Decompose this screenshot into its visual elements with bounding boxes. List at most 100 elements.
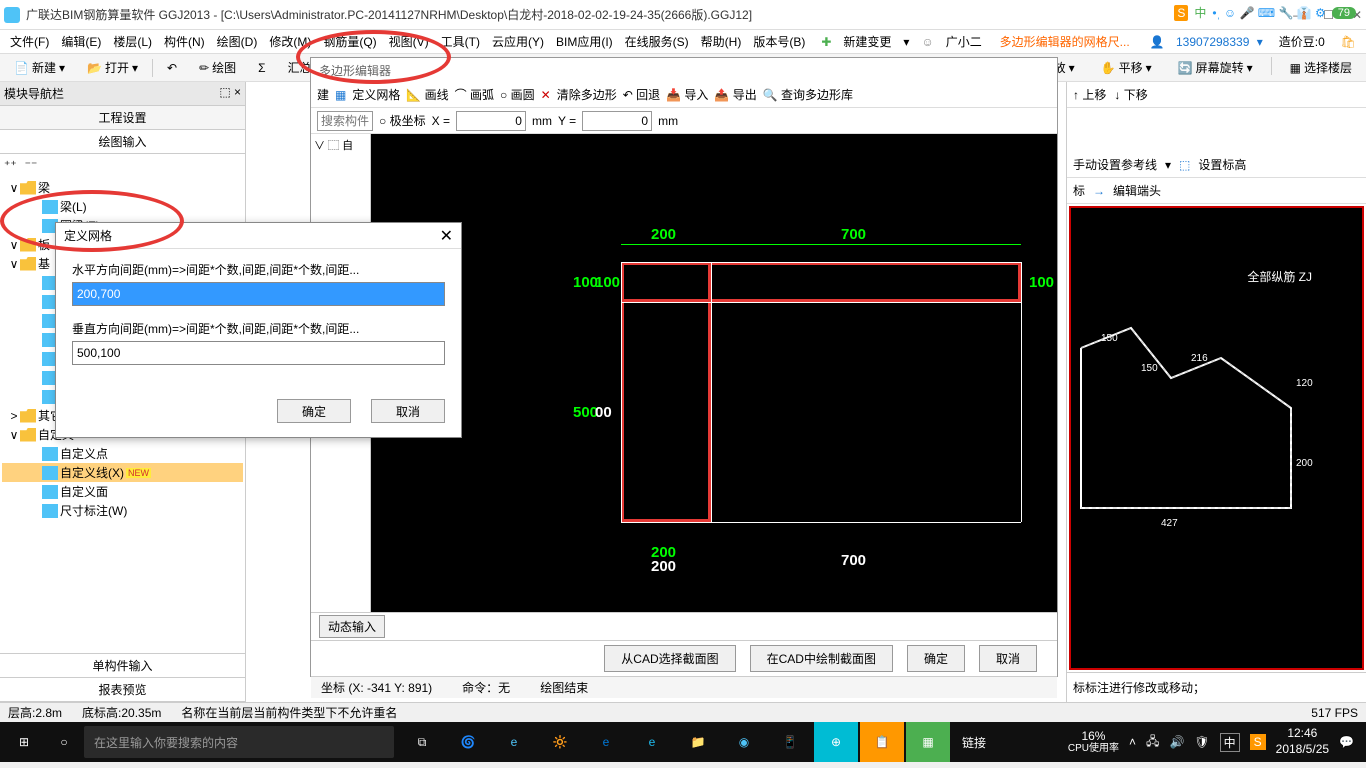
ime-indicator[interactable]: 中: [1220, 733, 1240, 752]
from-cad-button[interactable]: 从CAD选择截面图: [604, 645, 735, 672]
menu-modify[interactable]: 修改(M): [265, 31, 315, 52]
dim-4: 427: [1161, 518, 1178, 529]
draw-circle-button[interactable]: ○ 画圆: [500, 86, 535, 103]
move-down-button[interactable]: ↓ 下移: [1114, 86, 1147, 103]
tree-item[interactable]: 尺寸标注(W): [2, 501, 243, 520]
explorer-icon[interactable]: 📁: [676, 722, 720, 762]
edit-end-button[interactable]: 编辑端头: [1113, 182, 1161, 199]
menu-version[interactable]: 版本号(B): [749, 31, 809, 52]
move-up-button[interactable]: ↑ 上移: [1073, 86, 1106, 103]
export-button[interactable]: 📤 导出: [714, 86, 756, 103]
cpu-meter[interactable]: 16%CPU使用率: [1068, 729, 1119, 755]
polar-radio[interactable]: ○ 极坐标: [379, 112, 426, 129]
single-input-tab[interactable]: 单构件输入: [0, 654, 245, 678]
expand-icon[interactable]: ⁺⁺: [4, 158, 17, 172]
annotate-button[interactable]: 标: [1073, 182, 1085, 199]
dynamic-input-button[interactable]: 动态输入: [319, 615, 385, 638]
tray-shield-icon[interactable]: 🛡: [1194, 735, 1209, 749]
app-icon-2[interactable]: 🔆: [538, 722, 582, 762]
menu-cloud[interactable]: 云应用(Y): [488, 31, 548, 52]
menu-file[interactable]: 文件(F): [6, 31, 53, 52]
dim-left-2w: 00: [595, 404, 612, 421]
draw-line-button[interactable]: 📐 画线: [406, 86, 448, 103]
poly-ok-button[interactable]: 确定: [907, 645, 965, 672]
tree-item[interactable]: 自定义线(X)NEW: [2, 463, 243, 482]
poly-cancel-button[interactable]: 取消: [979, 645, 1037, 672]
dialog-close-button[interactable]: ✕: [440, 226, 453, 246]
draw-button[interactable]: ✏ 绘图: [191, 57, 244, 78]
import-button[interactable]: 📥 导入: [666, 86, 708, 103]
edge-icon[interactable]: e: [584, 722, 628, 762]
draw-status: 绘图结束: [540, 679, 588, 696]
phone-link[interactable]: 👤 13907298339 ▾: [1142, 33, 1267, 51]
draw-in-cad-button[interactable]: 在CAD中绘制截面图: [750, 645, 893, 672]
v-spacing-label: 垂直方向间距(mm)=>间距*个数,间距,间距*个数,间距...: [72, 320, 445, 337]
menu-component[interactable]: 构件(N): [160, 31, 209, 52]
edge-old-icon[interactable]: e: [492, 722, 536, 762]
open-button[interactable]: 📂 打开 ▾: [79, 57, 146, 78]
sogou-tray-icon[interactable]: S: [1250, 734, 1266, 750]
tree-item[interactable]: 自定义面: [2, 482, 243, 501]
menu-help[interactable]: 帮助(H): [697, 31, 746, 52]
polygon-canvas[interactable]: 200 700 100 500 100 00 100 200 200 700: [371, 134, 1057, 612]
search-component-input[interactable]: [317, 111, 373, 131]
cortana-icon[interactable]: ○: [44, 735, 84, 749]
menu-edit[interactable]: 编辑(E): [57, 31, 105, 52]
app-icon-7[interactable]: ▦: [906, 722, 950, 762]
poly-build-button[interactable]: 建: [317, 86, 329, 103]
sum-button[interactable]: Σ: [250, 59, 273, 77]
draw-input-tab[interactable]: 绘图输入: [0, 130, 245, 154]
menu-tool[interactable]: 工具(T): [437, 31, 484, 52]
menu-rebar[interactable]: 钢筋量(Q): [319, 31, 380, 52]
app-icon-5[interactable]: ⊕: [814, 722, 858, 762]
collapse-icon[interactable]: ⁻⁻: [25, 158, 38, 172]
v-spacing-input[interactable]: [72, 341, 445, 365]
taskview-icon[interactable]: ⧉: [400, 722, 444, 762]
x-input[interactable]: [456, 111, 526, 131]
rotate-button[interactable]: 🔄 屏幕旋转 ▾: [1170, 57, 1261, 78]
clear-polygon-button[interactable]: 清除多边形: [557, 86, 617, 103]
dropdown-icon[interactable]: ▾: [899, 33, 913, 51]
left-panel-pin-icon[interactable]: ⬚ ×: [219, 85, 241, 102]
draw-arc-button[interactable]: ⌒ 画弧: [455, 86, 494, 103]
menu-draw[interactable]: 绘图(D): [213, 31, 262, 52]
report-preview-tab[interactable]: 报表预览: [0, 678, 245, 702]
app-icon-1[interactable]: 🌀: [446, 722, 490, 762]
app-icon-6[interactable]: 📋: [860, 722, 904, 762]
ie-icon[interactable]: e: [630, 722, 674, 762]
app-icon-4[interactable]: 📱: [768, 722, 812, 762]
select-floor-button[interactable]: ▦ 选择楼层: [1282, 57, 1360, 78]
define-grid-button[interactable]: 定义网格: [352, 86, 400, 103]
set-elevation-button[interactable]: 设置标高: [1198, 156, 1246, 173]
tree-item[interactable]: 梁(L): [2, 197, 243, 216]
dialog-ok-button[interactable]: 确定: [277, 399, 351, 423]
pan-button[interactable]: ✋ 平移 ▾: [1093, 57, 1160, 78]
menu-bim[interactable]: BIM应用(I): [552, 31, 617, 52]
menu-floor[interactable]: 楼层(L): [109, 31, 156, 52]
y-input[interactable]: [582, 111, 652, 131]
menu-online[interactable]: 在线服务(S): [621, 31, 693, 52]
taskbar-search[interactable]: 在这里输入你要搜索的内容: [84, 726, 394, 758]
right-canvas[interactable]: 全部纵筋 ZJ 150 150 216 427 120 200: [1069, 206, 1364, 670]
tray-vol-icon[interactable]: 🔊: [1169, 735, 1184, 749]
app-icon-3[interactable]: ◉: [722, 722, 766, 762]
project-settings-tab[interactable]: 工程设置: [0, 106, 245, 130]
new-change-button[interactable]: 新建变更: [839, 31, 895, 52]
new-button[interactable]: 📄 新建 ▾: [6, 57, 73, 78]
undo-poly-button[interactable]: ↶ 回退: [623, 86, 660, 103]
dialog-cancel-button[interactable]: 取消: [371, 399, 445, 423]
undo-button[interactable]: ↶: [159, 59, 185, 77]
tree-item[interactable]: ∨梁: [2, 178, 243, 197]
menu-view[interactable]: 视图(V): [385, 31, 433, 52]
set-refline-button[interactable]: 手动设置参考线: [1073, 156, 1157, 173]
clock[interactable]: 12:462018/5/25: [1276, 726, 1329, 757]
tree-item[interactable]: 自定义点: [2, 444, 243, 463]
tray-net-icon[interactable]: 🖧: [1146, 732, 1159, 753]
titlebar: 广联达BIM钢筋算量软件 GGJ2013 - [C:\Users\Adminis…: [0, 0, 1366, 30]
tray-up-icon[interactable]: ˄: [1129, 735, 1136, 749]
query-lib-button[interactable]: 🔍 查询多边形库: [763, 86, 853, 103]
h-spacing-input[interactable]: [72, 282, 445, 306]
link-text[interactable]: 链接: [952, 722, 996, 762]
notification-icon[interactable]: 💬: [1339, 735, 1354, 749]
start-button[interactable]: ⊞: [4, 722, 44, 762]
